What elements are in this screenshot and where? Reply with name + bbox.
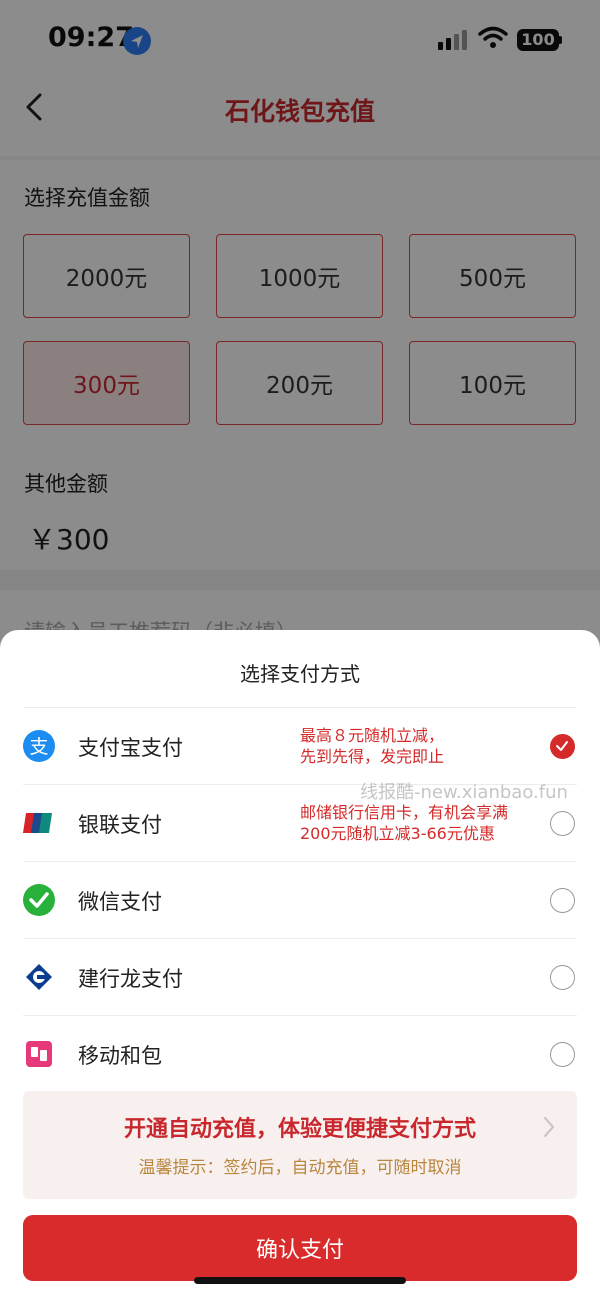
- alipay-icon: 支: [23, 730, 55, 762]
- radio-selected[interactable]: [550, 734, 575, 759]
- payment-label: 银联支付: [78, 813, 162, 837]
- payment-method-sheet: 选择支付方式 支 支付宝支付 最高８元随机立减， 先到先得，发完即止 银联支付 …: [0, 630, 600, 1298]
- wechat-pay-icon: [23, 884, 55, 916]
- ccb-icon: [26, 964, 52, 990]
- check-icon: [556, 741, 568, 751]
- radio-unselected[interactable]: [550, 965, 575, 990]
- payment-label: 微信支付: [78, 890, 162, 914]
- payment-option-ccb[interactable]: 建行龙支付: [0, 939, 600, 1016]
- auto-recharge-banner[interactable]: 开通自动充值，体验更便捷支付方式 温馨提示：签约后，自动充值，可随时取消: [23, 1091, 577, 1199]
- radio-unselected[interactable]: [550, 888, 575, 913]
- radio-unselected[interactable]: [550, 811, 575, 836]
- sheet-title: 选择支付方式: [240, 662, 360, 686]
- watermark-text: 线报酷-new.xianbao.fun: [360, 782, 568, 803]
- payment-label: 建行龙支付: [78, 967, 183, 991]
- auto-recharge-tip: 温馨提示：签约后，自动充值，可随时取消: [138, 1158, 462, 1178]
- promo-text: 最高８元随机立减， 先到先得，发完即止: [300, 726, 445, 766]
- chevron-right-icon: [544, 1117, 554, 1137]
- confirm-payment-button[interactable]: 确认支付: [23, 1215, 577, 1281]
- auto-recharge-title: 开通自动充值，体验更便捷支付方式: [123, 1117, 476, 1142]
- radio-unselected[interactable]: [550, 1042, 575, 1067]
- unionpay-icon: [23, 813, 52, 833]
- hebao-icon: [26, 1041, 52, 1067]
- payment-label: 移动和包: [78, 1044, 162, 1068]
- payment-label: 支付宝支付: [78, 736, 183, 760]
- home-indicator: [194, 1277, 406, 1284]
- promo-text: 邮储银行信用卡，有机会享满 200元随机立减3-66元优惠: [300, 803, 509, 843]
- svg-text:支: 支: [29, 736, 48, 758]
- payment-option-wechat[interactable]: 微信支付: [0, 862, 600, 939]
- payment-option-alipay[interactable]: 支 支付宝支付 最高８元随机立减， 先到先得，发完即止: [0, 708, 600, 785]
- payment-option-hebao[interactable]: 移动和包: [0, 1016, 600, 1093]
